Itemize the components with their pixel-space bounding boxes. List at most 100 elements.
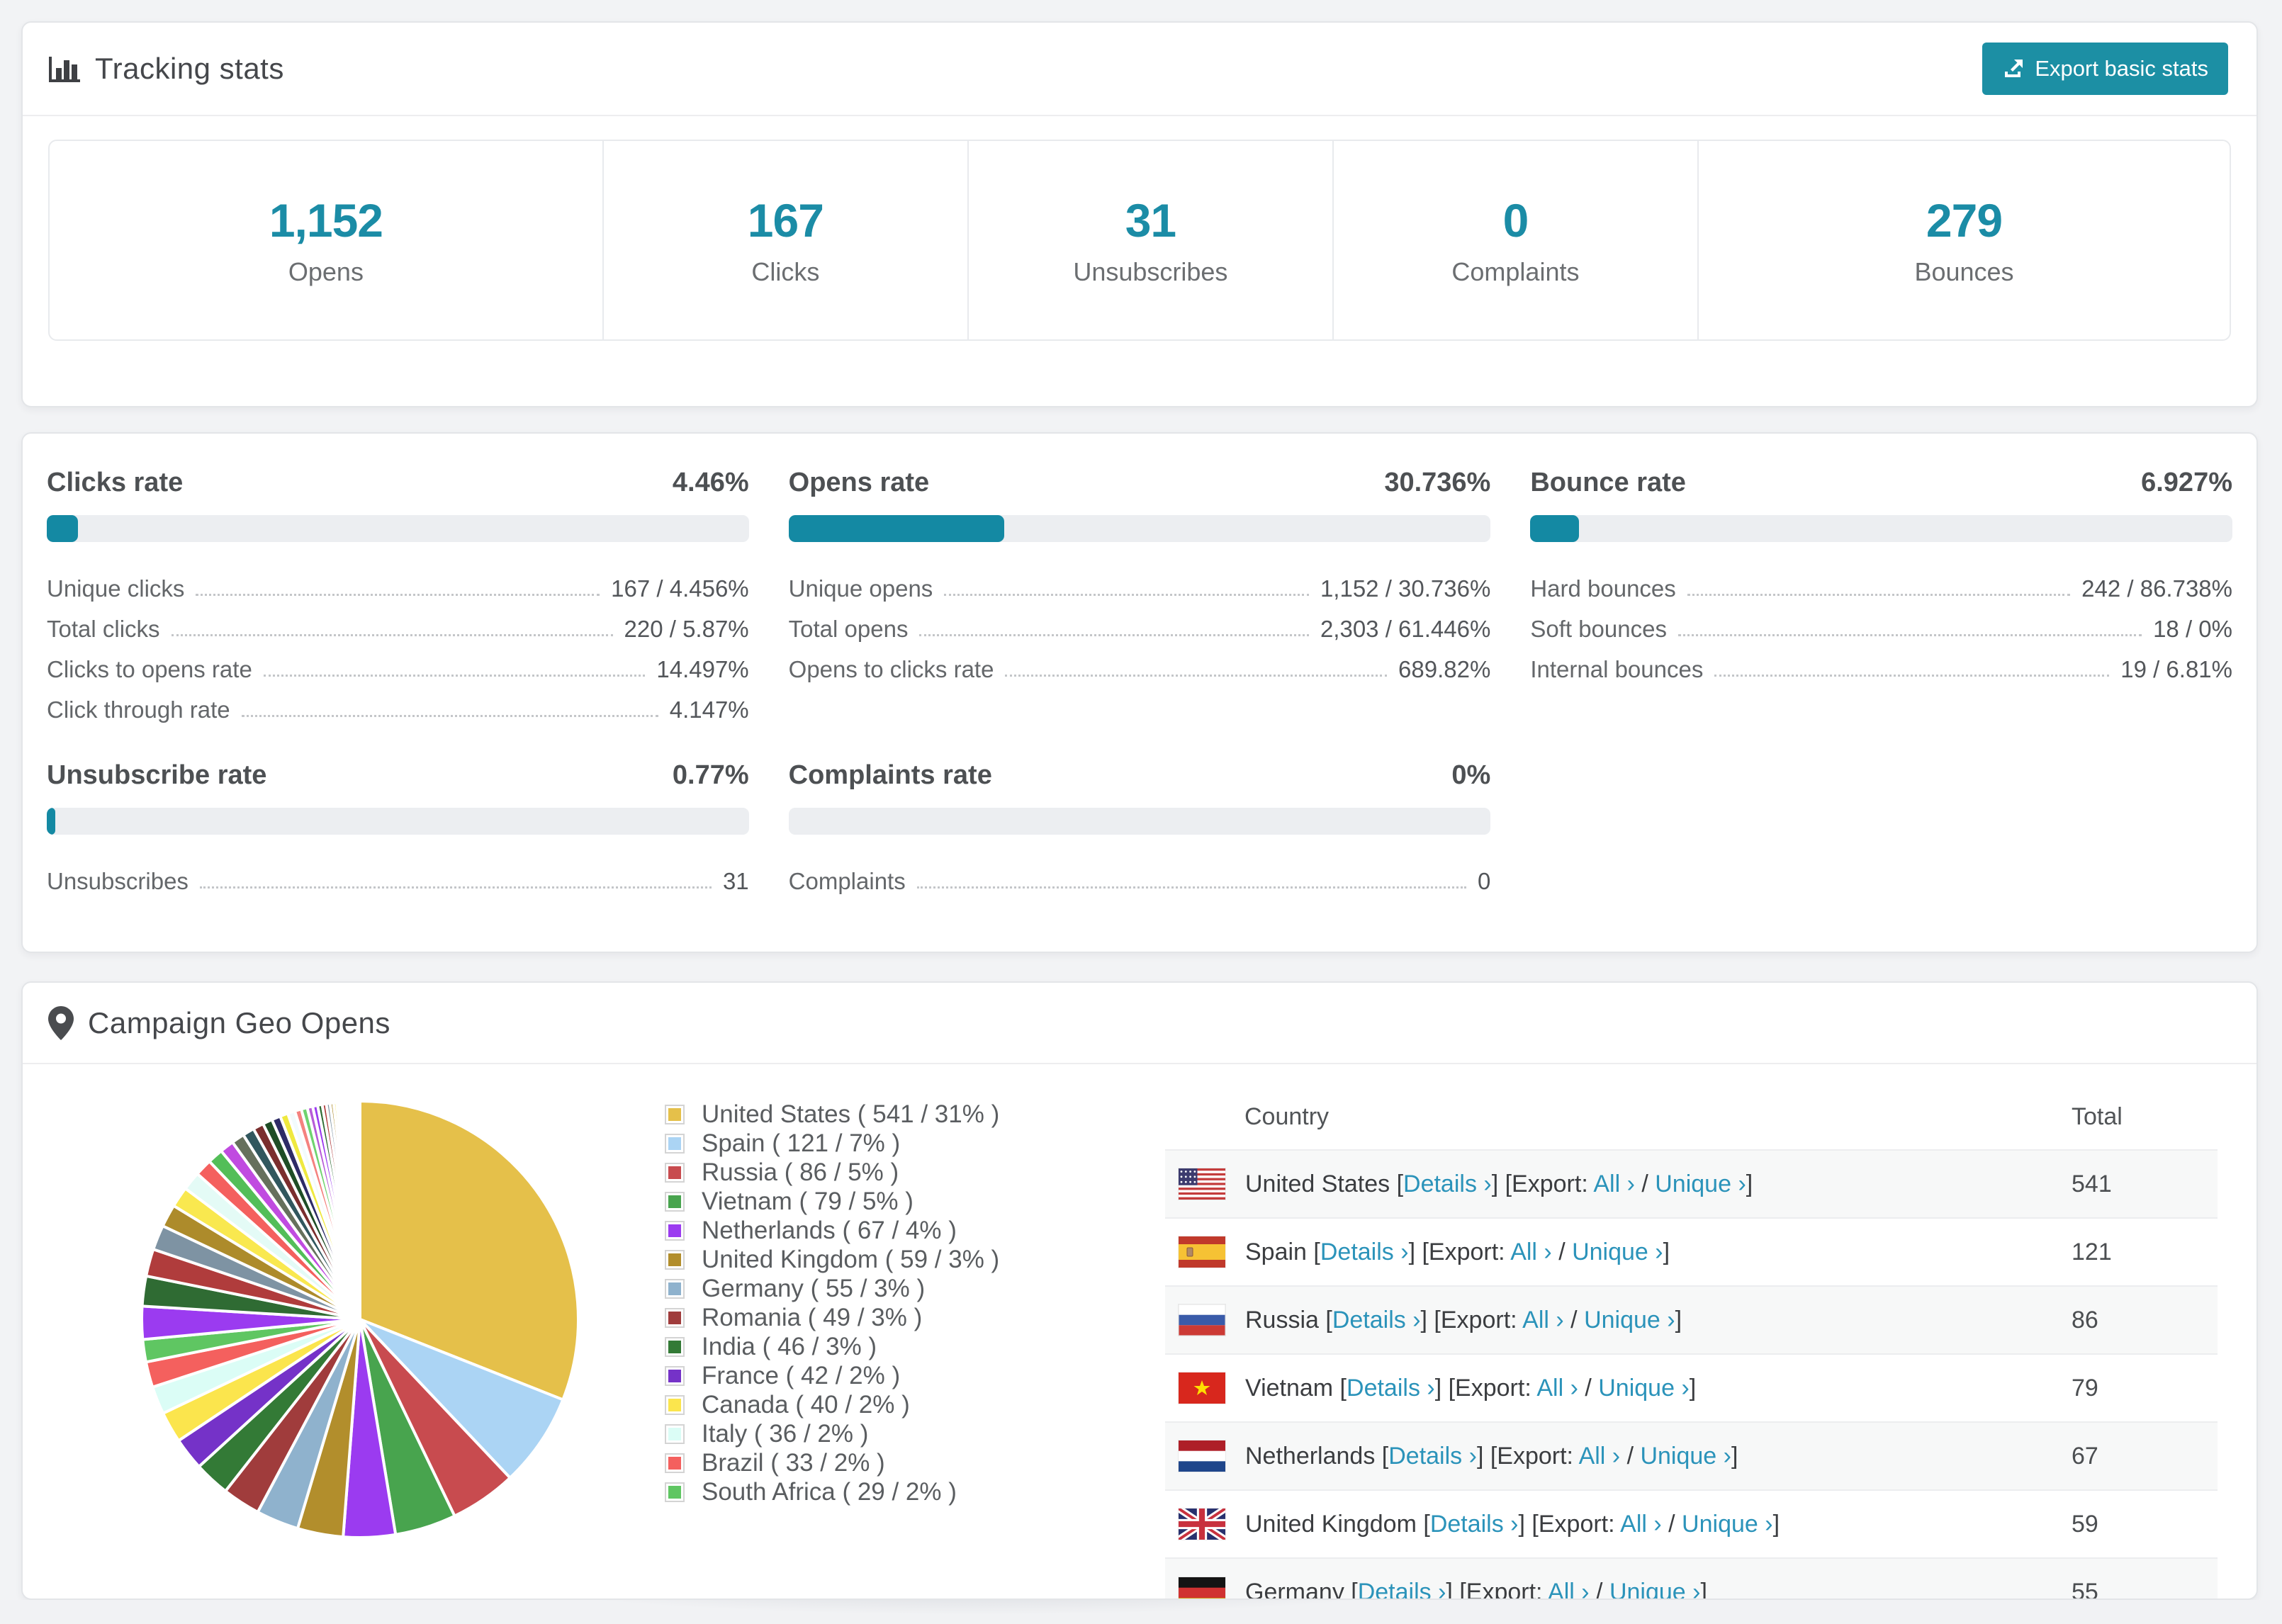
geo-title: Campaign Geo Opens [88,1005,390,1039]
legend-item[interactable]: Romania ( 49 / 3% ) [665,1303,1165,1332]
total-cell: 55 [2072,1579,2098,1600]
details-link[interactable]: Details › [1388,1443,1477,1470]
metric-row: Opens to clicks rate 689.82% [789,643,1491,683]
country-links-text: Vietnam [Details ›] [Export: All › / Uni… [1245,1374,1697,1402]
metric-label: Click through rate [47,697,230,723]
details-link[interactable]: Details › [1332,1307,1421,1333]
export-all-link[interactable]: All › [1548,1579,1590,1598]
legend-item[interactable]: Germany ( 55 / 3% ) [665,1274,1165,1303]
unsubscribe-rate-percent: 0.77% [672,760,749,790]
metric-value: 2,303 / 61.446% [1320,616,1491,642]
export-unique-link[interactable]: Unique › [1655,1171,1746,1197]
export-basic-stats-button[interactable]: Export basic stats [1982,43,2228,95]
country-links-text: United Kingdom [Details ›] [Export: All … [1245,1510,1780,1538]
pie-slice[interactable] [357,1099,361,1321]
legend-item[interactable]: Italy ( 36 / 2% ) [665,1419,1165,1448]
flag-es-icon [1179,1236,1225,1268]
metric-row: Unique clicks 167 / 4.456% [47,562,749,602]
legend-color-chip [665,1394,685,1415]
stat-value: 31 [1125,194,1176,247]
legend-label: Russia ( 86 / 5% ) [702,1158,899,1186]
stat-cell: 1,152 Opens [50,141,604,339]
export-all-link[interactable]: All › [1510,1239,1552,1265]
legend-item[interactable]: United Kingdom ( 59 / 3% ) [665,1245,1165,1274]
bounce-rate-title: Bounce rate [1530,468,1686,497]
complaints-rate-percent: 0% [1451,760,1491,790]
metric-row: Unique opens 1,152 / 30.736% [789,562,1491,602]
country-links-text: Spain [Details ›] [Export: All › / Uniqu… [1245,1238,1670,1265]
stat-label: Complaints [1451,257,1580,286]
bounce-rate-section: Bounce rate 6.927% Hard bounces 242 / 86.… [1530,468,2232,723]
metric-value: 18 / 0% [2153,616,2232,642]
metric-value: 689.82% [1398,656,1491,682]
export-all-link[interactable]: All › [1593,1171,1635,1197]
pie-legend: United States ( 541 / 31% ) Spain ( 121 /… [665,1064,1165,1598]
metric-label: Total clicks [47,616,160,642]
export-unique-link[interactable]: Unique › [1609,1579,1701,1598]
metric-value: 14.497% [656,656,749,682]
legend-color-chip [665,1365,685,1386]
metric-row: Total opens 2,303 / 61.446% [789,602,1491,643]
details-link[interactable]: Details › [1347,1375,1435,1402]
details-link[interactable]: Details › [1320,1239,1409,1265]
export-unique-link[interactable]: Unique › [1640,1443,1731,1470]
flag-ru-icon [1179,1304,1225,1336]
legend-color-chip [665,1191,685,1212]
export-all-link[interactable]: All › [1536,1375,1578,1402]
metric-row: Click through rate 4.147% [47,683,749,723]
bounce-rate-percent: 6.927% [2141,468,2232,497]
metric-row: Hard bounces 242 / 86.738% [1530,562,2232,602]
clicks-rate-bar [47,515,749,542]
geo-table-row: Netherlands [Details ›] [Export: All › /… [1165,1422,2218,1490]
country-cell: Netherlands [Details ›] [Export: All › /… [1166,1440,2070,1472]
export-all-link[interactable]: All › [1579,1443,1621,1470]
details-link[interactable]: Details › [1358,1579,1446,1598]
country-cell: Russia [Details ›] [Export: All › / Uniq… [1166,1304,2070,1336]
legend-label: United States ( 541 / 31% ) [702,1100,1000,1128]
flag-us-icon [1179,1168,1225,1200]
legend-color-chip [665,1249,685,1270]
export-unique-link[interactable]: Unique › [1572,1239,1663,1265]
export-all-link[interactable]: All › [1620,1511,1662,1538]
country-cell: Spain [Details ›] [Export: All › / Uniqu… [1166,1236,2070,1268]
stat-value: 1,152 [269,194,383,247]
geo-table-row: Germany [Details ›] [Export: All › / Uni… [1165,1558,2218,1600]
legend-item[interactable]: United States ( 541 / 31% ) [665,1100,1165,1129]
metric-value: 220 / 5.87% [624,616,749,642]
export-unique-link[interactable]: Unique › [1682,1511,1773,1538]
legend-label: United Kingdom ( 59 / 3% ) [702,1245,1000,1273]
legend-item[interactable]: Vietnam ( 79 / 5% ) [665,1187,1165,1216]
metric-value: 1,152 / 30.736% [1320,575,1491,602]
geo-body: United States ( 541 / 31% ) Spain ( 121 /… [23,1064,2256,1600]
export-unique-link[interactable]: Unique › [1584,1307,1675,1333]
clicks-rate-section: Clicks rate 4.46% Unique clicks 167 / 4.4… [47,468,749,723]
country-cell: United States [Details ›] [Export: All ›… [1166,1168,2070,1200]
metric-row: Soft bounces 18 / 0% [1530,602,2232,643]
legend-item[interactable]: Russia ( 86 / 5% ) [665,1158,1165,1187]
export-unique-link[interactable]: Unique › [1598,1375,1690,1402]
legend-item[interactable]: France ( 42 / 2% ) [665,1361,1165,1390]
metric-label: Internal bounces [1530,656,1704,682]
flag-nl-icon [1179,1440,1225,1472]
metric-label: Unique clicks [47,575,185,602]
legend-item[interactable]: Spain ( 121 / 7% ) [665,1129,1165,1158]
dotted-leader [944,594,1309,596]
legend-item[interactable]: Canada ( 40 / 2% ) [665,1390,1165,1419]
metric-value: 4.147% [669,697,749,723]
geo-pie-chart[interactable] [47,1064,665,1598]
tracking-stats-card: Tracking stats Export basic stats 1,152 O… [21,21,2258,407]
legend-item[interactable]: Netherlands ( 67 / 4% ) [665,1216,1165,1245]
details-link[interactable]: Details › [1403,1171,1492,1197]
legend-color-chip [665,1423,685,1444]
legend-item[interactable]: India ( 46 / 3% ) [665,1332,1165,1361]
total-cell: 86 [2072,1306,2098,1333]
export-all-link[interactable]: All › [1522,1307,1564,1333]
legend-color-chip [665,1162,685,1183]
legend-item[interactable]: South Africa ( 29 / 2% ) [665,1477,1165,1506]
flag-vn-icon [1179,1372,1225,1404]
country-column-header: Country [1244,1103,1330,1130]
legend-item[interactable]: Brazil ( 33 / 2% ) [665,1448,1165,1477]
total-cell: 79 [2072,1374,2098,1402]
legend-label: South Africa ( 29 / 2% ) [702,1477,957,1506]
details-link[interactable]: Details › [1430,1511,1519,1538]
